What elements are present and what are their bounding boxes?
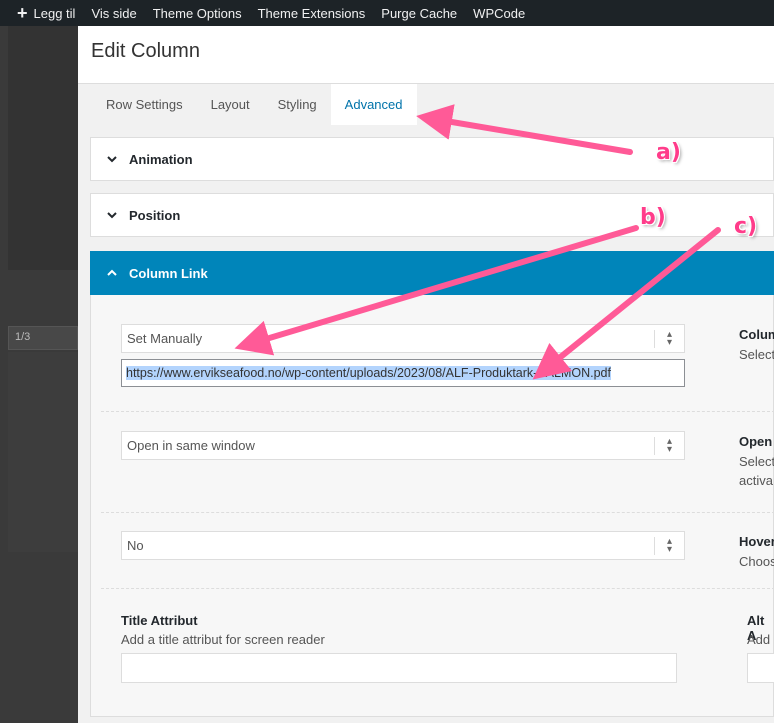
link-type-value: Set Manually: [127, 331, 203, 346]
select-arrows-icon: ▴ ▾: [654, 437, 684, 455]
select-arrows-icon: ▴ ▾: [654, 537, 684, 555]
tab-styling[interactable]: Styling: [264, 84, 331, 125]
tab-bar: Row Settings Layout Styling Advanced: [78, 84, 774, 125]
annotation-label-a: a): [656, 140, 681, 165]
section-title: Position: [129, 207, 181, 223]
title-attribute-desc: Add a title attribut for screen reader: [121, 632, 325, 647]
alt-attribute-desc: Add: [747, 632, 771, 647]
link-type-label: Colum: [739, 327, 774, 342]
admin-bar-purge-cache[interactable]: Purge Cache: [373, 0, 465, 26]
link-type-desc: Select: [739, 347, 774, 362]
modal-title: Edit Column: [91, 40, 200, 62]
link-target-label: Open: [739, 434, 773, 449]
link-target-value: Open in same window: [127, 438, 255, 453]
section-title: Column Link: [129, 265, 208, 281]
hover-value: No: [127, 538, 144, 553]
divider: [101, 512, 774, 513]
admin-bar-new-content[interactable]: + Legg til: [0, 0, 83, 26]
chevron-up-icon: [107, 269, 117, 276]
admin-bar-theme-options[interactable]: Theme Options: [145, 0, 250, 26]
link-target-desc-line2: activa: [739, 473, 773, 488]
plus-icon: +: [17, 3, 28, 23]
link-url-value: https://www.ervikseafood.no/wp-content/u…: [126, 366, 611, 380]
link-target-select[interactable]: Open in same window ▴ ▾: [121, 431, 685, 460]
modal-content: Animation Position Column Link Set Manua…: [90, 125, 774, 717]
link-url-input[interactable]: https://www.ervikseafood.no/wp-content/u…: [121, 359, 685, 387]
title-attribute-label: Title Attribut: [121, 613, 198, 628]
background-column-size: 1/3: [8, 326, 78, 350]
admin-bar-wpcode[interactable]: WPCode: [465, 0, 533, 26]
divider: [101, 411, 774, 412]
chevron-down-icon: [107, 156, 117, 163]
admin-bar: + Legg til Vis side Theme Options Theme …: [0, 0, 774, 26]
background-panel: [8, 352, 78, 552]
admin-bar-theme-extensions[interactable]: Theme Extensions: [250, 0, 374, 26]
admin-bar-label: Legg til: [33, 5, 76, 21]
divider: [101, 588, 774, 589]
admin-bar-view-page[interactable]: Vis side: [83, 0, 144, 26]
link-type-select[interactable]: Set Manually ▴ ▾: [121, 324, 685, 353]
alt-attribute-input[interactable]: [747, 653, 774, 683]
tab-advanced[interactable]: Advanced: [330, 84, 417, 125]
section-column-link[interactable]: Column Link: [90, 251, 774, 295]
annotation-label-c: c): [734, 214, 758, 239]
chevron-down-icon: [107, 212, 117, 219]
hover-select[interactable]: No ▴ ▾: [121, 531, 685, 560]
annotation-label-b: b): [640, 205, 666, 230]
tab-layout[interactable]: Layout: [197, 84, 264, 125]
hover-label: Hover: [739, 534, 774, 549]
tab-row-settings[interactable]: Row Settings: [92, 84, 197, 125]
column-link-panel: Set Manually ▴ ▾ Colum Select https://www…: [90, 295, 774, 717]
edit-column-modal: Edit Column Row Settings Layout Styling …: [78, 26, 774, 723]
background-strip: [8, 26, 78, 270]
select-arrows-icon: ▴ ▾: [654, 330, 684, 348]
section-title: Animation: [129, 151, 193, 167]
hover-desc: Choos: [739, 554, 774, 569]
link-target-desc-line1: Select: [739, 454, 774, 469]
background-page: 1/3: [0, 26, 78, 723]
title-attribute-input[interactable]: [121, 653, 677, 683]
section-position[interactable]: Position: [90, 193, 774, 237]
modal-header: Edit Column: [78, 26, 774, 84]
